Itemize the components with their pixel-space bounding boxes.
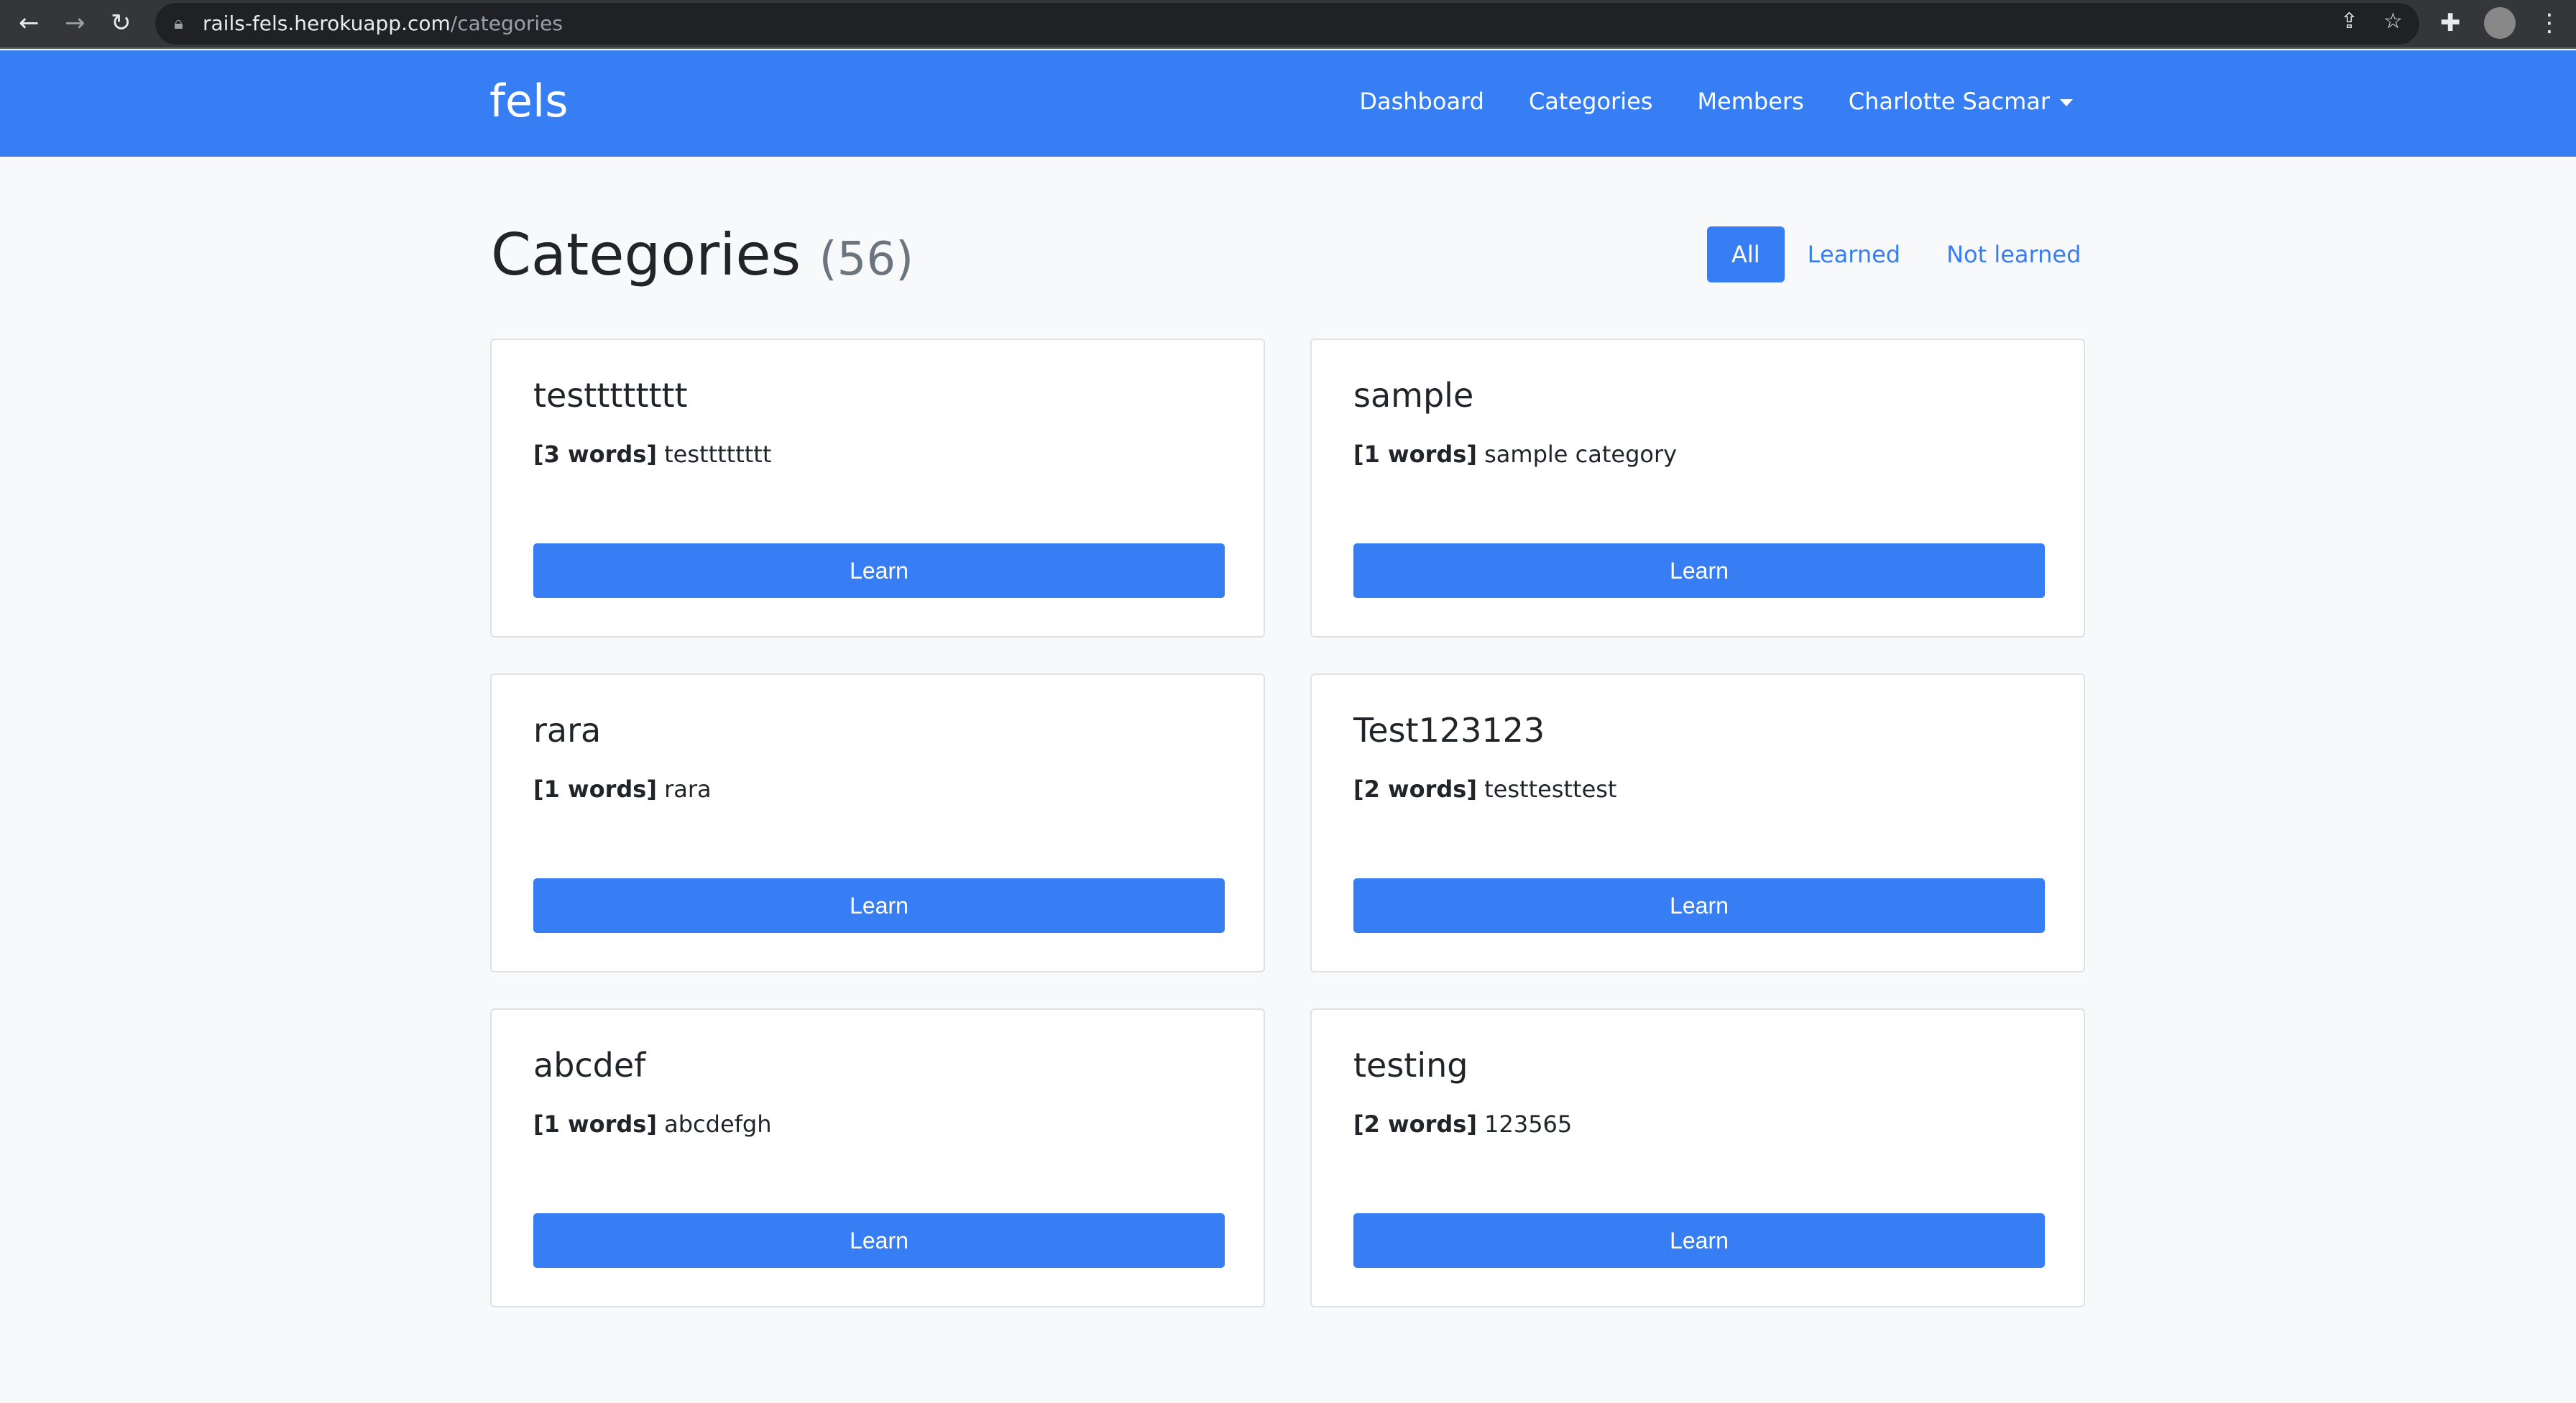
description-text: testttttttt [664, 441, 772, 468]
category-name: rara [533, 711, 602, 750]
learn-button[interactable]: Learn [1353, 543, 2045, 598]
learn-button[interactable]: Learn [1353, 1213, 2045, 1268]
category-name: Test123123 [1353, 711, 1545, 750]
address-bar[interactable]: 🔒︎ rails-fels.herokuapp.com/categories ⇪… [155, 3, 2419, 45]
learn-button[interactable]: Learn [533, 878, 1225, 933]
user-dropdown[interactable]: Charlotte Sacmar [1849, 88, 2073, 115]
category-name: testing [1353, 1046, 1468, 1085]
category-card: testttttttt [3 words] testttttttt Learn [490, 339, 1265, 638]
user-name: Charlotte Sacmar [1848, 88, 2050, 115]
extensions-icon[interactable]: ✚ [2440, 7, 2461, 39]
nav-members[interactable]: Members [1697, 88, 1803, 115]
description-text: testtesttest [1484, 776, 1617, 803]
category-card: Test123123 [2 words] testtesttest Learn [1310, 673, 2085, 972]
category-description: [1 words] sample category [1353, 441, 1677, 468]
category-name: testttttttt [533, 376, 688, 415]
category-description: [3 words] testttttttt [533, 441, 771, 468]
category-grid: testttttttt [3 words] testttttttt Learn s… [490, 339, 2085, 1307]
nav-dashboard[interactable]: Dashboard [1359, 88, 1484, 115]
navbar: fels Dashboard Categories Members Charlo… [0, 50, 2576, 157]
profile-avatar[interactable] [2484, 7, 2516, 39]
learn-button[interactable]: Learn [533, 543, 1225, 598]
lock-icon: 🔒︎ [174, 13, 183, 33]
share-icon[interactable]: ⇪ [2340, 6, 2358, 37]
category-description: [2 words] 123565 [1353, 1110, 1572, 1138]
description-text: rara [664, 776, 712, 803]
description-text: abcdefgh [664, 1110, 772, 1138]
learn-button[interactable]: Learn [533, 1213, 1225, 1268]
learn-button[interactable]: Learn [1353, 878, 2045, 933]
category-description: [1 words] rara [533, 776, 712, 803]
filter-learned[interactable]: Learned [1785, 226, 1923, 282]
word-count: [1 words] [1353, 441, 1477, 468]
description-text: 123565 [1484, 1110, 1573, 1138]
star-icon[interactable]: ☆ [2383, 6, 2403, 37]
word-count: [1 words] [533, 1110, 657, 1138]
category-name: abcdef [533, 1046, 646, 1085]
brand-logo[interactable]: fels [489, 75, 569, 127]
category-card: rara [1 words] rara Learn [490, 673, 1265, 972]
word-count: [1 words] [533, 776, 657, 803]
browser-toolbar: ← → ↻ 🔒︎ rails-fels.herokuapp.com/catego… [0, 0, 2576, 49]
category-description: [2 words] testtesttest [1353, 776, 1616, 803]
back-icon[interactable]: ← [19, 7, 40, 39]
reload-icon[interactable]: ↻ [111, 7, 132, 39]
filter-tabs: All Learned Not learned [1707, 226, 2104, 282]
category-name: sample [1353, 376, 1474, 415]
caret-down-icon [2060, 99, 2073, 106]
category-card: sample [1 words] sample category Learn [1310, 339, 2085, 638]
word-count: [3 words] [533, 441, 657, 468]
page-title: Categories (56) [491, 221, 914, 288]
filter-all[interactable]: All [1707, 226, 1785, 282]
category-card: testing [2 words] 123565 Learn [1310, 1008, 2085, 1307]
category-count: (56) [819, 233, 914, 286]
filter-not-learned[interactable]: Not learned [1923, 226, 2104, 282]
word-count: [2 words] [1353, 1110, 1477, 1138]
forward-icon[interactable]: → [65, 7, 86, 39]
url-text: rails-fels.herokuapp.com/categories [203, 12, 563, 35]
category-description: [1 words] abcdefgh [533, 1110, 771, 1138]
description-text: sample category [1484, 441, 1678, 468]
category-card: abcdef [1 words] abcdefgh Learn [490, 1008, 1265, 1307]
nav-categories[interactable]: Categories [1529, 88, 1652, 115]
word-count: [2 words] [1353, 776, 1477, 803]
menu-icon[interactable]: ⋮ [2537, 7, 2562, 39]
